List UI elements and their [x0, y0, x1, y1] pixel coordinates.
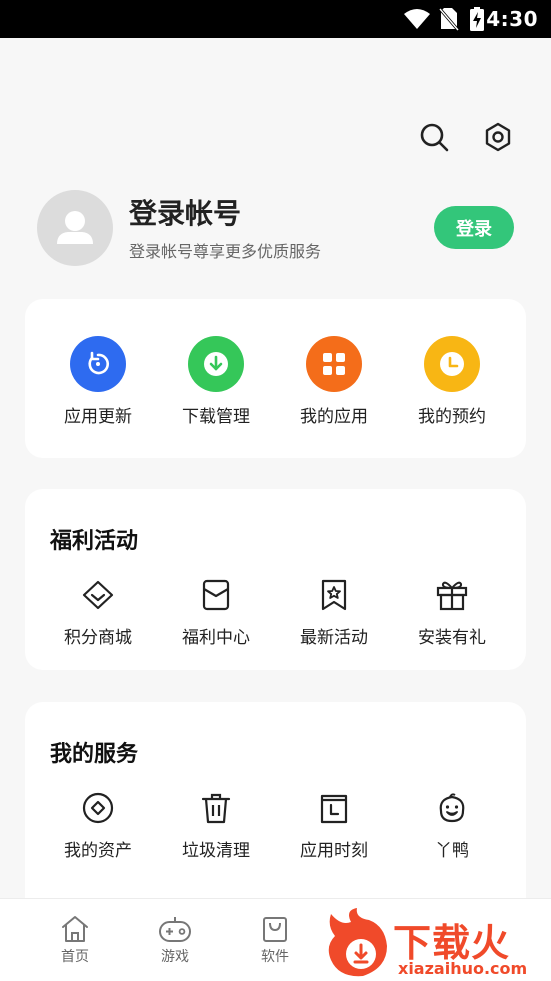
flame-logo-icon	[328, 908, 387, 977]
clock-time: 4:30	[486, 7, 538, 31]
search-icon	[420, 123, 449, 152]
download-icon	[188, 336, 244, 392]
service-app-time[interactable]: 应用时刻	[275, 790, 393, 861]
gear-icon	[485, 122, 511, 152]
bag-icon	[263, 917, 287, 942]
service-junk-clean[interactable]: 垃圾清理	[157, 790, 275, 861]
section-title: 福利活动	[50, 529, 139, 554]
benefit-points-mall[interactable]: 积分商城	[39, 577, 157, 648]
profile-section: 登录帐号 登录帐号尊享更多优质服务 登录	[37, 190, 517, 266]
bookmark-star-icon	[316, 577, 352, 613]
status-bar: 4:30	[0, 0, 551, 38]
tab-software[interactable]: 软件	[245, 915, 305, 966]
coin-icon	[80, 790, 116, 826]
login-button[interactable]: 登录	[434, 206, 514, 249]
watermark-url: xiazaihuo.com	[398, 959, 528, 978]
quick-action-label: 我的应用	[300, 407, 368, 427]
service-duck[interactable]: 丫鸭	[393, 790, 511, 861]
avatar[interactable]	[37, 190, 113, 266]
clock-icon	[424, 336, 480, 392]
service-my-assets[interactable]: 我的资产	[39, 790, 157, 861]
battery-charging-icon	[470, 7, 484, 31]
benefits-grid: 积分商城 福利中心 最新活动 安装有礼	[25, 577, 526, 648]
section-title: 我的服务	[50, 742, 139, 767]
services-card: 我的服务 我的资产 垃圾清理 应用时刻 丫鸭	[25, 702, 526, 922]
benefit-label: 积分商城	[64, 628, 132, 648]
settings-button[interactable]	[481, 120, 515, 154]
tab-home[interactable]: 首页	[45, 915, 105, 966]
apps-grid-icon	[306, 336, 362, 392]
gift-icon	[434, 577, 470, 613]
trash-icon	[198, 790, 234, 826]
search-button[interactable]	[417, 120, 451, 154]
top-actions	[417, 120, 515, 154]
tab-label: 游戏	[161, 949, 189, 965]
quick-action-app-update[interactable]: 应用更新	[39, 336, 157, 427]
benefit-label: 最新活动	[300, 628, 368, 648]
quick-actions-grid: 应用更新 下载管理 我的应用 我的预约	[25, 336, 526, 427]
home-icon	[62, 916, 88, 942]
quick-action-label: 下载管理	[182, 407, 250, 427]
quick-action-download-manager[interactable]: 下载管理	[157, 336, 275, 427]
watermark-logo: 下载火 xiazaihuo.com	[323, 906, 547, 981]
duck-icon	[434, 790, 470, 826]
account-title[interactable]: 登录帐号	[129, 192, 241, 232]
service-label: 我的资产	[64, 841, 132, 861]
benefit-label: 福利中心	[182, 628, 250, 648]
wifi-icon	[404, 9, 430, 29]
tab-label: 软件	[261, 949, 289, 965]
account-subtitle: 登录帐号尊享更多优质服务	[129, 242, 322, 261]
service-label: 垃圾清理	[182, 841, 250, 861]
services-grid: 我的资产 垃圾清理 应用时刻 丫鸭	[25, 790, 526, 861]
app-time-icon	[316, 790, 352, 826]
diamond-icon	[80, 577, 116, 613]
service-label: 应用时刻	[300, 841, 368, 861]
quick-action-label: 我的预约	[418, 407, 486, 427]
quick-actions-card: 应用更新 下载管理 我的应用 我的预约	[25, 299, 526, 458]
no-sim-icon	[439, 8, 459, 31]
benefit-label: 安装有礼	[418, 628, 486, 648]
quick-action-reservations[interactable]: 我的预约	[393, 336, 511, 427]
benefits-card: 福利活动 积分商城 福利中心 最新活动 安装有礼	[25, 489, 526, 670]
benefit-latest-events[interactable]: 最新活动	[275, 577, 393, 648]
tab-games[interactable]: 游戏	[145, 915, 205, 966]
benefit-install-gift[interactable]: 安装有礼	[393, 577, 511, 648]
user-placeholder-icon	[57, 211, 93, 244]
mail-box-icon	[198, 577, 234, 613]
quick-action-label: 应用更新	[64, 407, 132, 427]
gamepad-icon	[159, 917, 191, 942]
service-label: 丫鸭	[435, 841, 469, 861]
tab-label: 首页	[61, 949, 89, 965]
refresh-icon	[70, 336, 126, 392]
benefit-welfare-center[interactable]: 福利中心	[157, 577, 275, 648]
quick-action-my-apps[interactable]: 我的应用	[275, 336, 393, 427]
